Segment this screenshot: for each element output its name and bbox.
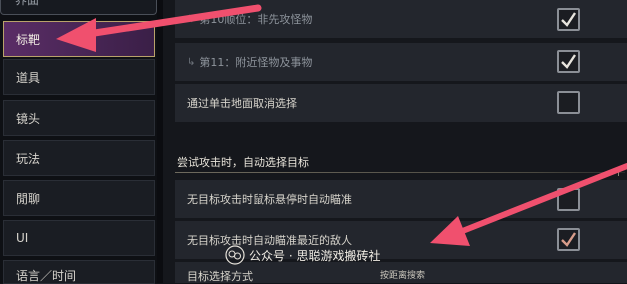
sidebar-item-camera[interactable]: 镜头 (3, 100, 155, 136)
sidebar-item-label: 镜头 (16, 111, 41, 126)
watermark: 公众号 · 思聪游戏搬砖社 (225, 244, 380, 266)
sidebar-item-label: 道具 (16, 70, 41, 85)
setting-label: 第11：附近怪物及事物 (199, 56, 313, 69)
sub-arrow-icon: ↳ (187, 13, 196, 25)
checkbox-priority-10[interactable] (557, 8, 580, 31)
setting-label: 目标选择方式 (187, 270, 253, 283)
checkbox-nearest-enemy-aim[interactable] (557, 228, 580, 251)
section-divider-end (618, 168, 627, 176)
section-divider (175, 172, 625, 173)
sidebar-item-label: UI (16, 231, 29, 245)
settings-panel: ↳ 第10顺位：非先攻怪物 ↳ 第11：附近怪物及事物 通过单击地面取消选择 尝… (163, 0, 627, 283)
sidebar-item-language-time[interactable]: 语言／时间 (3, 260, 155, 284)
sidebar-item-label: 閒聊 (16, 191, 41, 206)
wechat-logo-icon (225, 245, 245, 265)
settings-sidebar: 界面 标靶 道具 镜头 玩法 閒聊 UI 语言／时间 (0, 0, 157, 284)
sidebar-item-gameplay[interactable]: 玩法 (3, 140, 155, 176)
setting-label: 无目标攻击时鼠标悬停时自动瞄准 (187, 193, 352, 206)
sidebar-item-label: 语言／时间 (16, 269, 77, 283)
checkmark-icon (561, 54, 576, 69)
sub-arrow-icon: ↳ (187, 56, 196, 68)
sidebar-item-ui[interactable]: UI (3, 220, 155, 256)
setting-label: 通过单击地面取消选择 (187, 97, 297, 110)
setting-label: 第10顺位：非先攻怪物 (199, 13, 313, 26)
target-selection-value[interactable]: 按距离搜索 (380, 268, 425, 281)
sidebar-item-label: 标靶 (16, 32, 41, 47)
checkmark-icon (561, 232, 576, 247)
checkbox-hover-auto-aim[interactable] (557, 188, 580, 211)
checkbox-deselect-ground-click[interactable] (557, 91, 580, 114)
sidebar-item-label: 玩法 (16, 151, 41, 166)
sidebar-item-items[interactable]: 道具 (3, 59, 155, 95)
section-title-auto-target: 尝试攻击时，自动选择目标 (177, 156, 309, 169)
sidebar-item-targeting[interactable]: 标靶 (3, 21, 155, 57)
sidebar-item-label: 界面 (15, 0, 40, 7)
sidebar-item-interface-partial[interactable]: 界面 (0, 0, 157, 15)
sidebar-item-chat[interactable]: 閒聊 (3, 180, 155, 216)
watermark-text: 公众号 · 思聪游戏搬砖社 (249, 248, 381, 263)
checkmark-icon (561, 12, 576, 27)
checkbox-priority-11[interactable] (557, 50, 580, 73)
